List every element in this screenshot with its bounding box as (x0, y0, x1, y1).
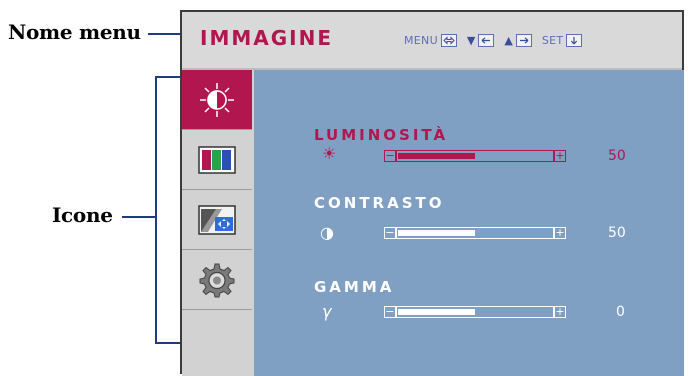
left-arrow-key-icon (478, 34, 495, 47)
hint-set: SET (542, 34, 583, 47)
brightness-symbol-icon: ☀ (322, 144, 337, 163)
hint-menu-label: MENU (404, 34, 438, 47)
contrast-slider-fill (398, 230, 475, 236)
osd-window: IMMAGINE MENU ▼ ▲ SET LUMINOSITÀ ☀ − + 5… (180, 10, 684, 376)
gamma-value: 0 (616, 304, 625, 320)
hint-menu: MENU (404, 34, 457, 47)
hint-up: ▲ (504, 34, 532, 47)
icons-bracket (155, 76, 181, 344)
brightness-increase-button[interactable]: + (554, 150, 566, 162)
gamma-increase-button[interactable]: + (554, 306, 566, 318)
hint-down: ▼ (466, 34, 495, 47)
menu-name-callout-line (148, 33, 180, 35)
brightness-value: 50 (608, 148, 626, 164)
gamma-label: GAMMA (314, 278, 395, 296)
gamma-symbol-icon: γ (322, 302, 332, 321)
brightness-decrease-button[interactable]: − (384, 150, 396, 162)
contrast-label: CONTRASTO (314, 194, 445, 212)
gamma-slider-fill (398, 309, 475, 315)
icon-sidebar (182, 70, 254, 376)
contrast-increase-button[interactable]: + (554, 227, 566, 239)
brightness-slider-fill (398, 153, 475, 159)
brightness-slider[interactable] (396, 150, 554, 162)
gear-icon (199, 263, 235, 297)
down-arrow-key-icon (566, 34, 583, 47)
contrast-symbol-icon: ◑ (320, 223, 334, 242)
brightness-label: LUMINOSITÀ (314, 126, 449, 144)
navigation-hints: MENU ▼ ▲ SET (404, 34, 592, 47)
gamma-slider[interactable] (396, 306, 554, 318)
settings-panel: LUMINOSITÀ ☀ − + 50 CONTRASTO ◑ − + 50 G… (254, 70, 684, 376)
contrast-value: 50 (608, 225, 626, 241)
menu-title: IMMAGINE (200, 26, 333, 50)
contrast-decrease-button[interactable]: − (384, 227, 396, 239)
down-triangle-icon: ▼ (466, 34, 476, 47)
sidebar-item-setup[interactable] (182, 250, 252, 310)
picture-position-icon (198, 204, 236, 235)
icons-callout: Icone (52, 203, 113, 227)
sidebar-item-color[interactable] (182, 130, 252, 190)
osd-header: IMMAGINE MENU ▼ ▲ SET (182, 12, 682, 70)
brightness-contrast-icon (200, 82, 234, 117)
color-bars-icon (198, 145, 236, 174)
contrast-slider[interactable] (396, 227, 554, 239)
menu-name-callout: Nome menu (8, 20, 141, 44)
menu-key-icon (440, 34, 457, 47)
gamma-decrease-button[interactable]: − (384, 306, 396, 318)
sidebar-item-picture[interactable] (182, 70, 252, 130)
sidebar-item-position[interactable] (182, 190, 252, 250)
icons-callout-line (122, 216, 155, 218)
right-arrow-key-icon (515, 34, 532, 47)
up-triangle-icon: ▲ (504, 34, 513, 47)
hint-set-label: SET (541, 34, 564, 47)
